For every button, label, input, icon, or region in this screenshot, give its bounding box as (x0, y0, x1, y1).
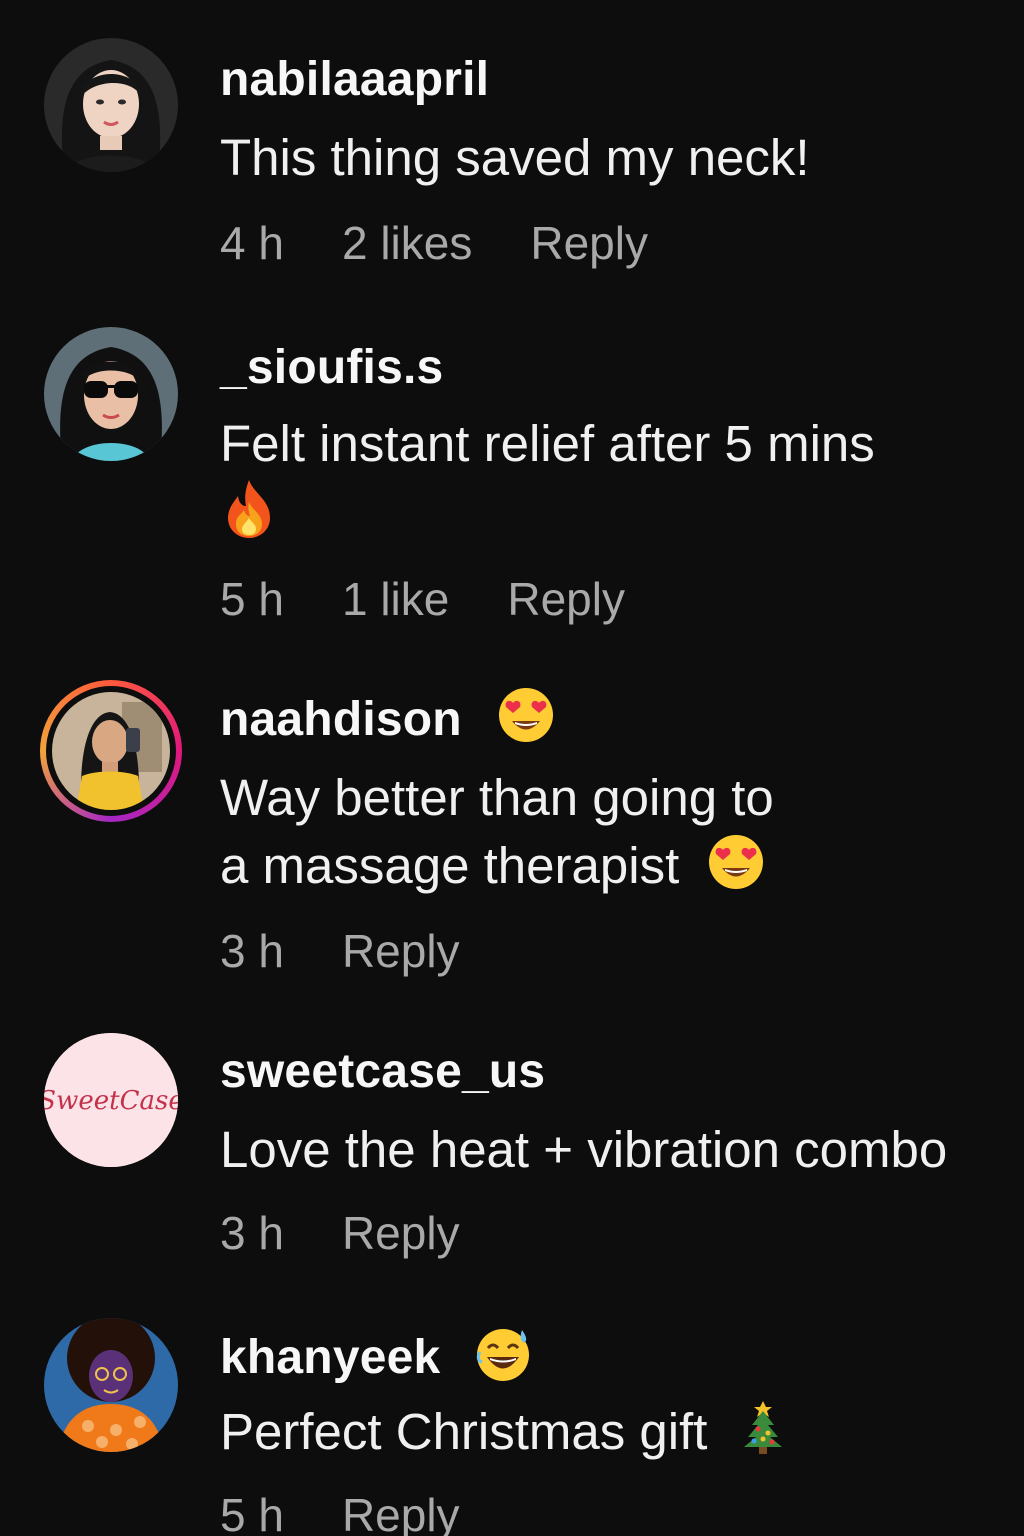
comment-text: a massage therapist (220, 834, 765, 899)
brand-logo-avatar-icon: SweetCase (44, 1033, 178, 1167)
username-text: khanyeek (220, 1331, 441, 1385)
comment-username[interactable]: khanyeek (220, 1329, 532, 1391)
reply-button[interactable]: Reply (342, 1210, 460, 1256)
avatar (52, 692, 170, 810)
reply-button[interactable]: Reply (507, 576, 625, 622)
illustrated-avatar-icon (44, 1318, 178, 1452)
heart-eyes-emoji-icon (497, 686, 555, 753)
reply-button[interactable]: Reply (342, 1492, 460, 1536)
comment-time: 5 h (220, 573, 284, 625)
username-text: naahdison (220, 693, 462, 747)
story-ring-gap (46, 686, 176, 816)
comment-text-line2: a massage therapist (220, 837, 680, 894)
avatar[interactable] (44, 327, 178, 461)
heart-eyes-emoji-icon (707, 833, 765, 899)
comment-text: Perfect Christmas gift (220, 1400, 790, 1463)
comment-time: 3 h (220, 925, 284, 977)
comment-likes[interactable]: 1 like (342, 576, 449, 622)
comment-meta: 5 h 1 like Reply (220, 576, 625, 622)
comment-username[interactable]: sweetcase_us (220, 1048, 545, 1096)
comment-likes[interactable]: 2 likes (342, 220, 472, 266)
comment-time: 3 h (220, 1207, 284, 1259)
story-ring[interactable] (40, 680, 182, 822)
comment-text-line: Perfect Christmas gift (220, 1403, 708, 1460)
comments-screen: nabilaaapril This thing saved my neck! 4… (0, 0, 1024, 1536)
reply-button[interactable]: Reply (342, 928, 460, 974)
woman-sunglasses-avatar-icon (44, 327, 178, 461)
comment-time: 5 h (220, 1489, 284, 1536)
reply-button[interactable]: Reply (530, 220, 648, 266)
grinning-sweat-emoji-icon (474, 1324, 532, 1391)
comment-meta: 3 h Reply (220, 1210, 460, 1256)
comment-time: 4 h (220, 217, 284, 269)
avatar[interactable] (44, 38, 178, 172)
comment-meta: 5 h Reply (220, 1492, 460, 1536)
comment-meta: 4 h 2 likes Reply (220, 220, 648, 266)
comment-text: This thing saved my neck! (220, 129, 810, 186)
comment-meta: 3 h Reply (220, 928, 460, 974)
avatar[interactable] (44, 1318, 178, 1452)
comment-username[interactable]: _sioufis.s (220, 344, 443, 392)
comment-username[interactable]: nabilaaapril (220, 56, 489, 104)
comment-text: Felt instant relief after 5 mins (220, 415, 875, 472)
avatar[interactable]: SweetCase (44, 1033, 178, 1167)
comment-text: Love the heat + vibration combo (220, 1121, 948, 1178)
woman-portrait-avatar-icon (44, 38, 178, 172)
brand-logo-text: SweetCase (44, 1086, 178, 1116)
fire-emoji-icon (222, 478, 276, 548)
woman-mirror-selfie-avatar-icon (52, 692, 170, 810)
christmas-tree-emoji-icon (736, 1399, 790, 1463)
comment-username[interactable]: naahdison (220, 688, 555, 753)
comment-text: Way better than going to (220, 769, 774, 826)
